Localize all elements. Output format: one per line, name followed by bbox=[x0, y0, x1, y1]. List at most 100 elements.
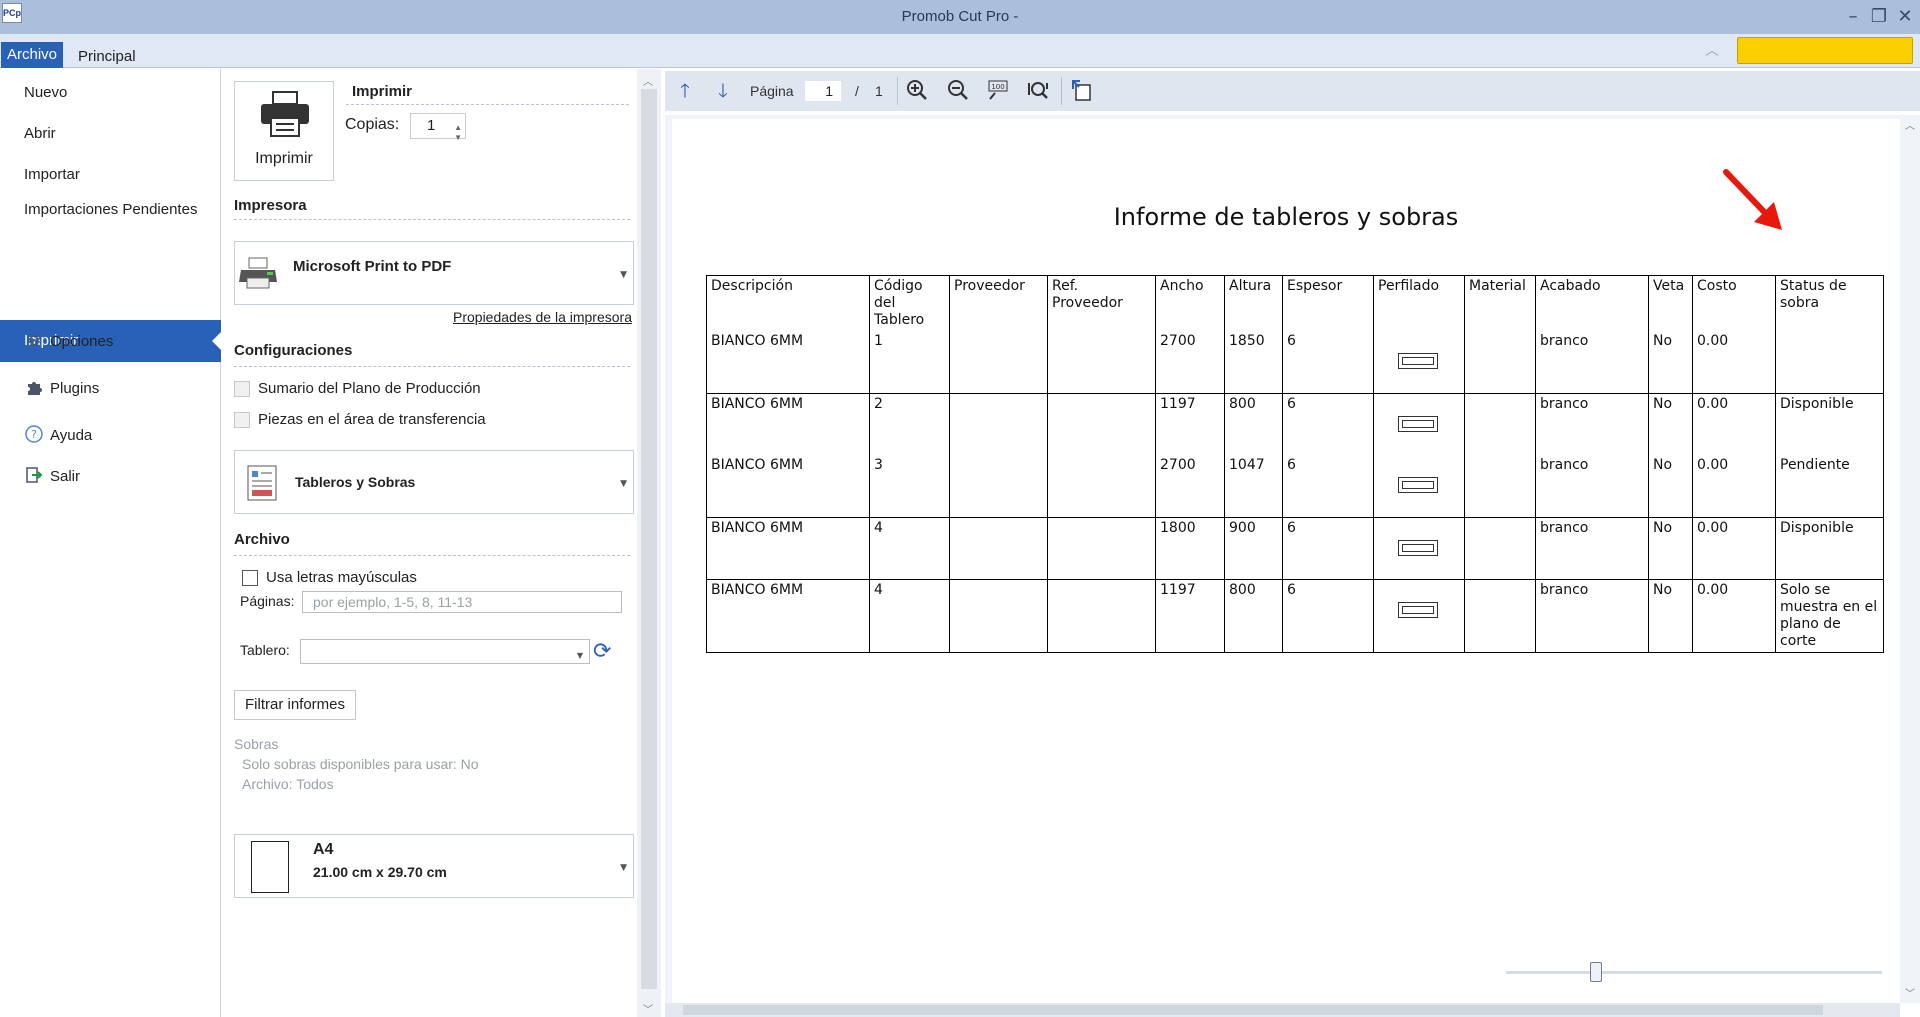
column-header: Veta bbox=[1648, 275, 1693, 331]
edge-profile-icon bbox=[1398, 601, 1438, 618]
table-cell: 6 bbox=[1282, 331, 1374, 394]
tab-principal[interactable]: Principal bbox=[72, 43, 142, 71]
pages-input[interactable]: por ejemplo, 1-5, 8, 11-13 bbox=[302, 591, 622, 613]
table-cell: 900 bbox=[1224, 517, 1283, 580]
column-header: Espesor bbox=[1282, 275, 1374, 331]
page-number-input[interactable]: 1 bbox=[805, 81, 841, 101]
refresh-icon[interactable]: ⟳ bbox=[593, 640, 617, 664]
table-cell bbox=[949, 579, 1048, 653]
nav-nuevo[interactable]: Nuevo bbox=[24, 84, 67, 101]
user-account-box[interactable] bbox=[1737, 37, 1913, 64]
transfer-checkbox[interactable] bbox=[234, 411, 250, 428]
table-cell: branco bbox=[1535, 517, 1649, 580]
zoom-out-icon[interactable] bbox=[946, 79, 970, 103]
printer-properties-link[interactable]: Propiedades de la impresora bbox=[453, 309, 632, 325]
actual-size-icon[interactable]: 100 bbox=[986, 79, 1010, 103]
svg-text:100: 100 bbox=[991, 83, 1004, 91]
stepper-down-icon[interactable]: ▼ bbox=[454, 126, 462, 150]
edge-profile-icon bbox=[1398, 415, 1438, 432]
restore-icon[interactable]: ❐ bbox=[1866, 4, 1892, 30]
table-cell: 1800 bbox=[1155, 517, 1225, 580]
page-total: 1 bbox=[875, 83, 883, 99]
print-settings-panel: Imprimir Imprimir Copias: 1 ▲ ▼ Impresor… bbox=[222, 69, 637, 1017]
board-select[interactable]: ▼ bbox=[300, 639, 590, 664]
paper-name: A4 bbox=[313, 841, 334, 858]
zoom-slider-thumb[interactable] bbox=[1590, 962, 1602, 982]
filter-reports-button[interactable]: Filtrar informes bbox=[234, 690, 357, 720]
edge-profile-icon bbox=[1398, 353, 1438, 369]
table-cell: Pendiente bbox=[1775, 455, 1884, 518]
report-title: Informe de tableros y sobras bbox=[1113, 203, 1459, 231]
next-page-icon[interactable]: 🡓 bbox=[711, 79, 735, 103]
minimize-icon[interactable]: – bbox=[1840, 4, 1866, 30]
print-button[interactable]: Imprimir bbox=[234, 81, 334, 181]
uppercase-checkbox[interactable] bbox=[242, 569, 258, 586]
nav-salir[interactable]: Salir bbox=[50, 468, 80, 485]
copies-label: Copias: bbox=[345, 116, 400, 133]
preview-horizontal-scrollbar[interactable] bbox=[665, 1003, 1900, 1017]
panel-scrollbar[interactable]: ︿ ﹀ bbox=[637, 69, 661, 1017]
nav-importar[interactable]: Importar bbox=[24, 166, 80, 183]
report-icon bbox=[247, 465, 277, 501]
zoom-in-icon[interactable] bbox=[905, 79, 929, 103]
fit-page-icon[interactable] bbox=[1026, 79, 1050, 103]
uppercase-option[interactable]: Usa letras mayúsculas bbox=[242, 569, 417, 586]
table-header-row: Descripción Código del Tablero Proveedor… bbox=[706, 275, 1884, 331]
menu-bar: Archivo Principal bbox=[0, 34, 1920, 68]
help-icon: ? bbox=[24, 425, 44, 445]
printer-select[interactable]: Microsoft Print to PDF ▼ bbox=[234, 241, 634, 305]
chevron-down-icon: ▼ bbox=[620, 270, 627, 280]
table-cell bbox=[1775, 331, 1884, 394]
config-section-title: Configuraciones bbox=[234, 342, 353, 359]
nav-plugins[interactable]: Plugins bbox=[50, 380, 99, 397]
transfer-option[interactable]: Piezas en el área de transferencia bbox=[234, 411, 486, 428]
scroll-down-icon[interactable]: ﹀ bbox=[643, 1001, 653, 1016]
previous-page-icon[interactable]: 🡑 bbox=[673, 79, 697, 103]
table-cell: No bbox=[1648, 455, 1693, 518]
table-cell: 1197 bbox=[1155, 579, 1225, 653]
table-cell: branco bbox=[1535, 331, 1649, 394]
nav-opciones[interactable]: Opciones bbox=[50, 333, 113, 350]
table-cell bbox=[1373, 517, 1465, 580]
scroll-up-icon[interactable]: ︿ bbox=[1905, 117, 1915, 132]
paper-select[interactable]: A4 21.00 cm x 29.70 cm ▼ bbox=[234, 834, 634, 898]
transfer-option-label: Piezas en el área de transferencia bbox=[258, 411, 486, 428]
copies-stepper[interactable]: 1 ▲ ▼ bbox=[410, 113, 466, 142]
table-cell: BIANCO 6MM bbox=[706, 579, 870, 653]
summary-checkbox[interactable] bbox=[234, 380, 250, 397]
table-cell bbox=[1464, 393, 1536, 455]
document-viewport[interactable]: Informe de tableros y sobras Descripción… bbox=[665, 115, 1900, 1003]
exit-icon bbox=[24, 466, 44, 486]
divider bbox=[234, 219, 630, 220]
scroll-up-icon[interactable]: ︿ bbox=[643, 73, 653, 88]
table-cell: 800 bbox=[1224, 579, 1283, 653]
table-cell: branco bbox=[1535, 393, 1649, 455]
table-row: BIANCO 6MM 4 1197 800 6 branco No 0.00 S… bbox=[706, 579, 1884, 653]
nav-abrir[interactable]: Abrir bbox=[24, 125, 56, 142]
table-cell bbox=[1373, 331, 1465, 394]
close-icon[interactable]: ✕ bbox=[1892, 4, 1918, 30]
backstage-nav: Nuevo Abrir Importar Importaciones Pendi… bbox=[0, 69, 222, 1017]
chevron-down-icon: ▼ bbox=[576, 651, 583, 660]
scroll-down-icon[interactable]: ﹀ bbox=[1905, 985, 1915, 1000]
table-cell: BIANCO 6MM bbox=[706, 517, 870, 580]
zoom-slider-track[interactable] bbox=[1506, 971, 1882, 974]
board-label: Tablero: bbox=[240, 642, 290, 658]
report-select[interactable]: Tableros y Sobras ▼ bbox=[234, 450, 634, 514]
scrollbar-thumb[interactable] bbox=[683, 1005, 1823, 1015]
nav-ayuda[interactable]: Ayuda bbox=[50, 427, 92, 444]
preview-vertical-scrollbar[interactable]: ︿ ﹀ bbox=[1900, 115, 1920, 1003]
print-button-label: Imprimir bbox=[255, 150, 313, 167]
title-bar: PCp Promob Cut Pro - – ❐ ✕ bbox=[0, 0, 1920, 34]
table-cell: 0.00 bbox=[1692, 331, 1776, 394]
summary-option[interactable]: Sumario del Plano de Producción bbox=[234, 380, 481, 397]
printer-section-title: Impresora bbox=[234, 197, 307, 214]
scrollbar-thumb[interactable] bbox=[641, 89, 657, 989]
collapse-ribbon-icon[interactable]: ︿ bbox=[1705, 40, 1725, 60]
table-cell: 0.00 bbox=[1692, 579, 1776, 653]
table-cell: 2700 bbox=[1155, 455, 1225, 518]
window-title: Promob Cut Pro - bbox=[901, 8, 1019, 25]
nav-importaciones-pendientes[interactable]: Importaciones Pendientes bbox=[24, 201, 197, 218]
tab-archivo[interactable]: Archivo bbox=[1, 42, 64, 68]
export-icon[interactable] bbox=[1069, 79, 1093, 103]
